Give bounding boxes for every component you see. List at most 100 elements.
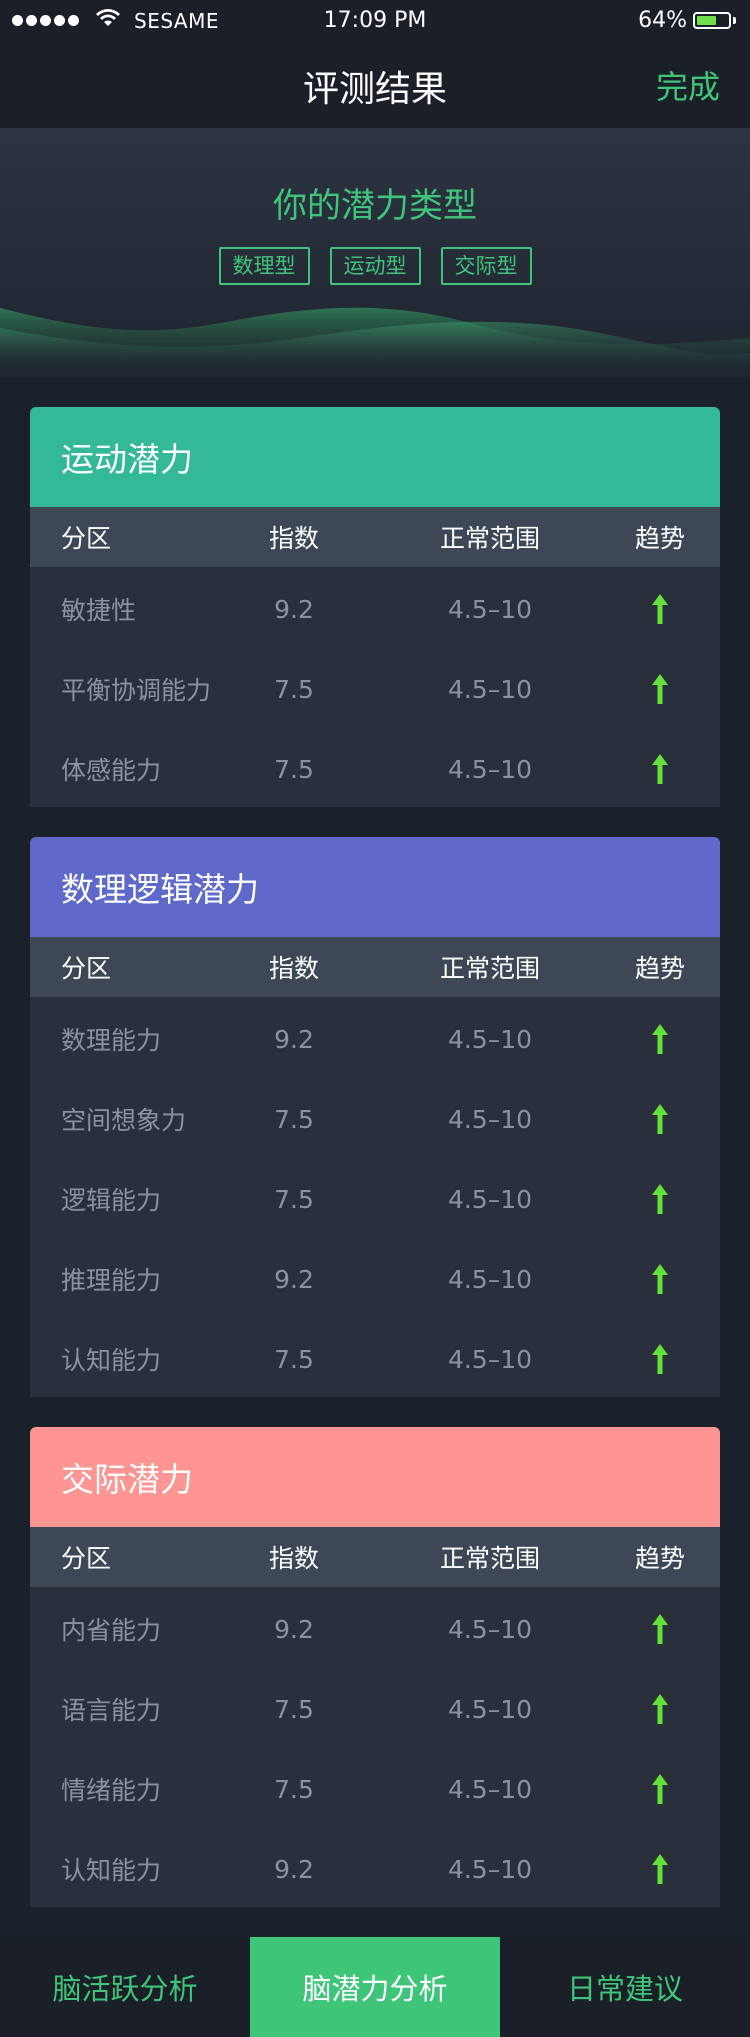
row-range: 4.5–10	[447, 1774, 533, 1804]
row-index: 7.5	[274, 1184, 314, 1214]
trend-up-icon	[630, 1239, 690, 1319]
row-index: 7.5	[274, 1104, 314, 1134]
row-area: 敏捷性	[61, 596, 137, 625]
header-trend: 趋势	[634, 1544, 685, 1573]
row-index: 9.2	[274, 1854, 314, 1884]
tab-brain-potential[interactable]: 脑潜力分析	[250, 1937, 500, 2037]
table-row: 推理能力 9.2 4.5–10	[30, 1239, 720, 1319]
row-index: 7.5	[274, 1344, 314, 1374]
trend-up-icon	[630, 649, 690, 729]
row-index: 9.2	[274, 1614, 314, 1644]
trend-up-icon	[630, 1079, 690, 1159]
header-index: 指数	[268, 524, 319, 553]
row-area: 体感能力	[61, 756, 162, 785]
row-index: 9.2	[274, 594, 314, 624]
header-index: 指数	[268, 954, 319, 983]
row-area: 数理能力	[61, 1026, 162, 1055]
card-title: 数理逻辑潜力	[30, 837, 720, 937]
card-logic-potential: 数理逻辑潜力 分区 指数 正常范围 趋势 数理能力 9.2 4.5–10 空间想…	[30, 837, 720, 1397]
row-index: 9.2	[274, 1024, 314, 1054]
table-row: 平衡协调能力 7.5 4.5–10	[30, 649, 720, 729]
table-row: 体感能力 7.5 4.5–10	[30, 729, 720, 807]
row-range: 4.5–10	[447, 594, 533, 624]
page-title: 评测结果	[302, 69, 447, 110]
row-index: 9.2	[274, 1264, 314, 1294]
row-range: 4.5–10	[447, 754, 533, 784]
header-index: 指数	[268, 1544, 319, 1573]
potential-type-tags: 数理型 运动型 交际型	[0, 247, 750, 285]
table-header: 分区 指数 正常范围 趋势	[30, 1527, 720, 1587]
header-range: 正常范围	[439, 1544, 540, 1573]
trend-up-icon	[630, 1159, 690, 1239]
table-row: 认知能力 9.2 4.5–10	[30, 1829, 720, 1907]
battery-icon	[693, 12, 731, 29]
table-row: 语言能力 7.5 4.5–10	[30, 1669, 720, 1749]
row-range: 4.5–10	[447, 1024, 533, 1054]
header-range: 正常范围	[439, 524, 540, 553]
potential-tag: 交际型	[440, 247, 532, 285]
row-area: 平衡协调能力	[61, 676, 212, 705]
card-social-potential: 交际潜力 分区 指数 正常范围 趋势 内省能力 9.2 4.5–10 语言能力 …	[30, 1427, 720, 1907]
table-row: 空间想象力 7.5 4.5–10	[30, 1079, 720, 1159]
row-area: 情绪能力	[61, 1776, 162, 1805]
row-range: 4.5–10	[447, 1104, 533, 1134]
potential-tag: 数理型	[218, 247, 310, 285]
row-range: 4.5–10	[447, 1694, 533, 1724]
table-header: 分区 指数 正常范围 趋势	[30, 507, 720, 567]
row-area: 内省能力	[61, 1616, 162, 1645]
row-index: 7.5	[274, 1774, 314, 1804]
header-trend: 趋势	[634, 524, 685, 553]
tab-daily-advice[interactable]: 日常建议	[500, 1937, 750, 2037]
row-range: 4.5–10	[447, 1264, 533, 1294]
potential-type-banner: 你的潜力类型 数理型 运动型 交际型	[0, 128, 750, 378]
table-row: 数理能力 9.2 4.5–10	[30, 999, 720, 1079]
table-row: 内省能力 9.2 4.5–10	[30, 1589, 720, 1669]
table-header: 分区 指数 正常范围 趋势	[30, 937, 720, 997]
row-index: 7.5	[274, 674, 314, 704]
card-sports-potential: 运动潜力 分区 指数 正常范围 趋势 敏捷性 9.2 4.5–10 平衡协调能力…	[30, 407, 720, 807]
row-range: 4.5–10	[447, 1854, 533, 1884]
battery-tip	[733, 17, 736, 24]
header-trend: 趋势	[634, 954, 685, 983]
potential-tag: 运动型	[329, 247, 421, 285]
done-button[interactable]: 完成	[656, 62, 720, 108]
tab-brain-activity[interactable]: 脑活跃分析	[0, 1937, 250, 2037]
trend-up-icon	[630, 1829, 690, 1907]
status-right: 64%	[638, 8, 736, 33]
header-area: 分区	[61, 954, 112, 983]
trend-up-icon	[630, 569, 690, 649]
row-area: 语言能力	[61, 1696, 162, 1725]
wave-decoration	[0, 307, 750, 378]
card-title: 运动潜力	[30, 407, 720, 507]
nav-bar: 评测结果 完成	[0, 40, 750, 128]
trend-up-icon	[630, 999, 690, 1079]
status-bar: SESAME 17:09 PM 64%	[0, 0, 750, 40]
header-range: 正常范围	[439, 954, 540, 983]
card-title: 交际潜力	[30, 1427, 720, 1527]
row-area: 逻辑能力	[61, 1186, 162, 1215]
table-row: 逻辑能力 7.5 4.5–10	[30, 1159, 720, 1239]
row-index: 7.5	[274, 1694, 314, 1724]
row-index: 7.5	[274, 754, 314, 784]
trend-up-icon	[630, 1589, 690, 1669]
row-area: 认知能力	[61, 1856, 162, 1885]
table-row: 敏捷性 9.2 4.5–10	[30, 569, 720, 649]
row-area: 空间想象力	[61, 1106, 187, 1135]
row-area: 认知能力	[61, 1346, 162, 1375]
header-area: 分区	[61, 1544, 112, 1573]
potential-type-title: 你的潜力类型	[273, 186, 477, 226]
trend-up-icon	[630, 1669, 690, 1749]
bottom-tab-bar: 脑活跃分析 脑潜力分析 日常建议	[0, 1937, 750, 2037]
battery-fill	[697, 16, 716, 25]
row-range: 4.5–10	[447, 1344, 533, 1374]
row-area: 推理能力	[61, 1266, 162, 1295]
row-range: 4.5–10	[447, 1184, 533, 1214]
row-range: 4.5–10	[447, 1614, 533, 1644]
header-area: 分区	[61, 524, 112, 553]
row-range: 4.5–10	[447, 674, 533, 704]
trend-up-icon	[630, 1749, 690, 1829]
trend-up-icon	[630, 729, 690, 807]
table-row: 情绪能力 7.5 4.5–10	[30, 1749, 720, 1829]
table-row: 认知能力 7.5 4.5–10	[30, 1319, 720, 1397]
trend-up-icon	[630, 1319, 690, 1397]
